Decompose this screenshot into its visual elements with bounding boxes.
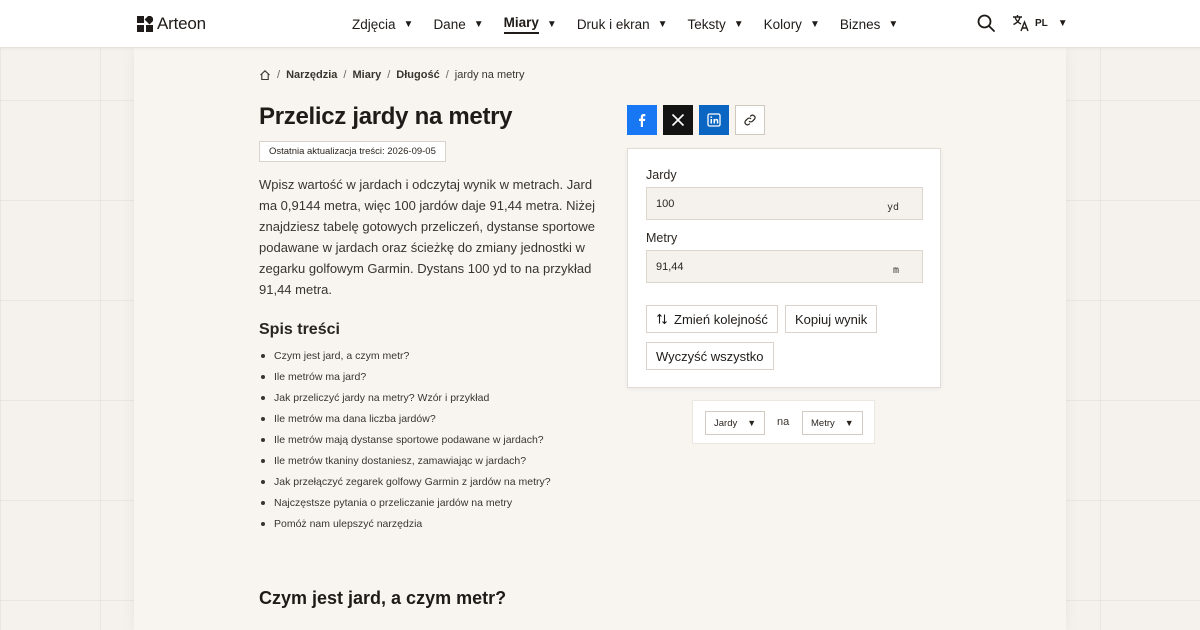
- language-code: PL: [1035, 17, 1048, 29]
- translate-icon: [1013, 15, 1029, 32]
- caret-down-icon: ▼: [546, 18, 557, 30]
- table-of-contents: Czym jest jard, a czym metr? Ile metrów …: [259, 349, 619, 538]
- clear-all-label: Wyczyść wszystko: [656, 348, 764, 364]
- share-x-button[interactable]: [663, 105, 693, 135]
- to-field[interactable]: m: [646, 250, 923, 283]
- nav-label: Teksty: [687, 16, 726, 32]
- brand-logo[interactable]: Arteon: [137, 14, 206, 34]
- caret-down-icon: ▼: [657, 18, 668, 30]
- toc-item[interactable]: Pomóż nam ulepszyć narzędzia: [259, 517, 619, 538]
- toc-item[interactable]: Najczęstsze pytania o przeliczanie jardó…: [259, 496, 619, 517]
- nav-label: Kolory: [763, 16, 802, 32]
- page-title: Przelicz jardy na metry: [259, 103, 513, 130]
- nav-item-kolory[interactable]: Kolory ▼: [764, 0, 820, 48]
- from-unit-select[interactable]: Jardy ▼: [705, 411, 766, 435]
- nav-label: Zdjęcia: [352, 16, 396, 32]
- breadcrumb-separator: /: [387, 69, 391, 81]
- nav-item-zdjecia[interactable]: Zdjęcia ▼: [352, 0, 413, 48]
- copy-result-label: Kopiuj wynik: [795, 311, 868, 327]
- caret-down-icon: ▼: [747, 418, 757, 428]
- breadcrumb-separator: /: [343, 69, 347, 81]
- last-updated-badge: Ostatnia aktualizacja treści: 2026-09-05: [259, 141, 446, 162]
- facebook-icon: [639, 114, 646, 127]
- share-buttons: [627, 105, 765, 135]
- caret-down-icon: ▼: [888, 18, 899, 30]
- breadcrumb-dlugosc[interactable]: Długość: [396, 69, 439, 81]
- yards-input[interactable]: [656, 188, 856, 219]
- to-unit-suffix: m: [892, 265, 899, 276]
- share-facebook-button[interactable]: [627, 105, 657, 135]
- intro-paragraph: Wpisz wartość w jardach i odczytaj wynik…: [259, 177, 596, 297]
- from-unit-select-value: Jardy: [714, 417, 738, 429]
- copy-link-button[interactable]: [735, 105, 765, 135]
- section-heading: Czym jest jard, a czym metr?: [259, 588, 507, 608]
- link-icon: [744, 114, 756, 126]
- nav-item-miary[interactable]: Miary ▼: [503, 0, 557, 48]
- top-header: Arteon Zdjęcia ▼ Dane ▼ Miary ▼ Druk i e…: [0, 0, 1200, 48]
- swap-order-label: Zmień kolejność: [674, 311, 768, 327]
- breadcrumb-current: jardy na metry: [454, 69, 525, 81]
- to-unit-select[interactable]: Metry ▼: [802, 411, 863, 435]
- caret-down-icon: ▼: [473, 18, 484, 30]
- toc-item[interactable]: Ile metrów mają dystanse sportowe podawa…: [259, 433, 619, 454]
- from-unit-suffix: yd: [886, 202, 899, 213]
- toc-item[interactable]: Jak przeliczyć jardy na metry? Wzór i pr…: [259, 391, 619, 412]
- header-actions: PL ▼: [976, 13, 1068, 33]
- swap-order-button[interactable]: Zmień kolejność: [646, 305, 778, 333]
- toc-item[interactable]: Czym jest jard, a czym metr?: [259, 349, 619, 370]
- caret-down-icon: ▼: [1057, 17, 1068, 29]
- meters-input[interactable]: [656, 251, 856, 282]
- main-nav: Zdjęcia ▼ Dane ▼ Miary ▼ Druk i ekran ▼ …: [352, 0, 918, 48]
- copy-result-button[interactable]: Kopiuj wynik: [785, 305, 878, 333]
- breadcrumb: / Narzędzia / Miary / Długość / jardy na…: [259, 69, 524, 81]
- nav-label: Biznes: [839, 16, 881, 32]
- brand-name: Arteon: [157, 14, 206, 33]
- caret-down-icon: ▼: [733, 18, 744, 30]
- caret-down-icon: ▼: [809, 18, 820, 30]
- breadcrumb-miary[interactable]: Miary: [352, 69, 381, 81]
- arteon-logo-icon: [137, 16, 153, 32]
- nav-label: Miary: [503, 15, 539, 34]
- clear-all-button[interactable]: Wyczyść wszystko: [646, 342, 774, 370]
- x-icon: [671, 113, 685, 127]
- toc-title: Spis treści: [259, 321, 340, 338]
- toc-item[interactable]: Ile metrów ma dana liczba jardów?: [259, 412, 619, 433]
- toc-item[interactable]: Ile metrów tkaniny dostaniesz, zamawiają…: [259, 454, 619, 475]
- unit-selector-bar: Jardy ▼ na Metry ▼: [692, 400, 875, 444]
- language-switcher[interactable]: PL ▼: [1012, 14, 1068, 32]
- caret-down-icon: ▼: [403, 18, 414, 30]
- linkedin-icon: [707, 113, 721, 127]
- share-linkedin-button[interactable]: [699, 105, 729, 135]
- main-content: / Narzędzia / Miary / Długość / jardy na…: [134, 48, 1066, 630]
- nav-label: Dane: [433, 16, 466, 32]
- to-unit-label: Metry: [646, 231, 678, 245]
- nav-item-teksty[interactable]: Teksty ▼: [688, 0, 744, 48]
- swap-icon: [657, 313, 667, 325]
- from-field[interactable]: yd: [646, 187, 923, 220]
- toc-item[interactable]: Ile metrów ma jard?: [259, 370, 619, 391]
- home-icon[interactable]: [259, 69, 271, 81]
- from-unit-label: Jardy: [646, 168, 677, 182]
- nav-item-druk-i-ekran[interactable]: Druk i ekran ▼: [577, 0, 668, 48]
- search-icon[interactable]: [976, 13, 996, 33]
- nav-item-biznes[interactable]: Biznes ▼: [840, 0, 898, 48]
- breadcrumb-separator: /: [445, 69, 449, 81]
- breadcrumb-narzedzia[interactable]: Narzędzia: [286, 69, 337, 81]
- caret-down-icon: ▼: [844, 418, 854, 428]
- unit-connector: na: [777, 416, 790, 428]
- nav-label: Druk i ekran: [576, 16, 650, 32]
- toc-item[interactable]: Jak przełączyć zegarek golfowy Garmin z …: [259, 475, 619, 496]
- breadcrumb-separator: /: [277, 69, 281, 81]
- nav-item-dane[interactable]: Dane ▼: [433, 0, 483, 48]
- to-unit-select-value: Metry: [811, 417, 835, 429]
- converter-panel: Jardy yd Metry m Zmień kolejność Kopiuj …: [627, 148, 941, 388]
